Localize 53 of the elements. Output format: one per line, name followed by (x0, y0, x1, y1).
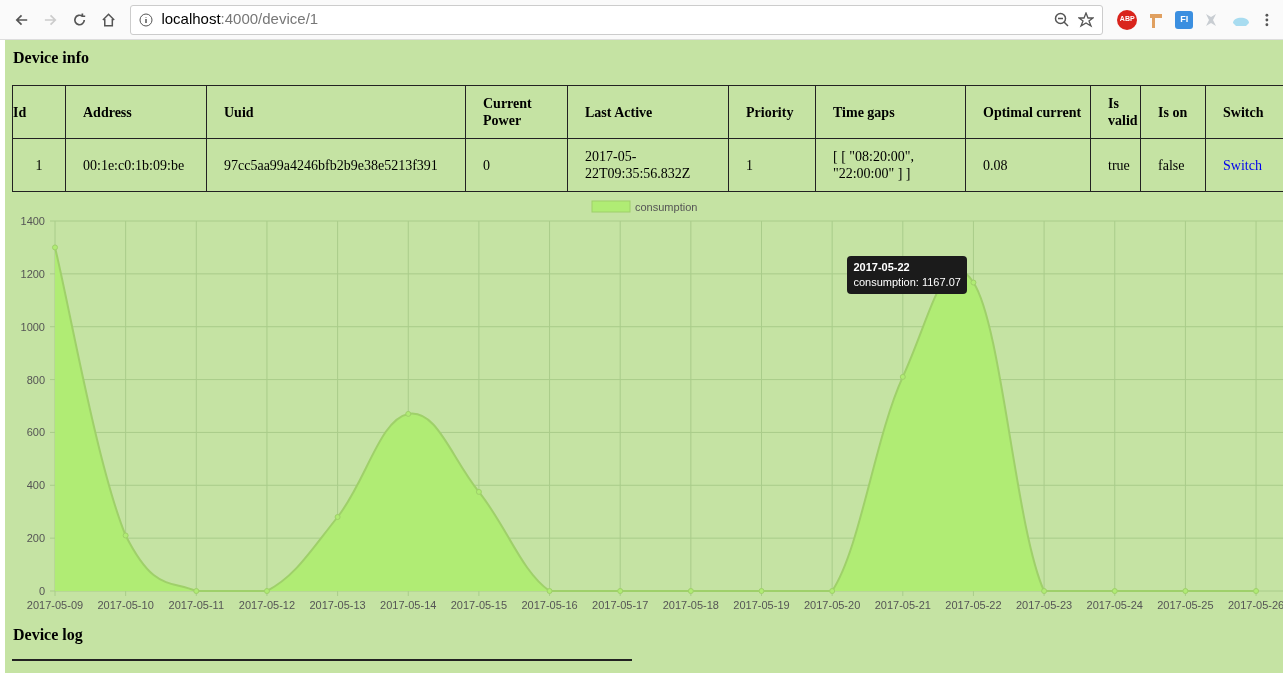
x-axis-label: 2017-05-20 (804, 599, 861, 611)
y-axis-label: 1400 (20, 215, 45, 227)
table-cell: 2017-05-22T09:35:56.832Z (585, 149, 691, 181)
x-axis-label: 2017-05-18 (662, 599, 719, 611)
column-header: Current Power (465, 85, 568, 139)
x-axis-label: 2017-05-26 (1227, 599, 1283, 611)
x-axis-label: 2017-05-21 (874, 599, 931, 611)
x-axis-label: 2017-05-13 (309, 599, 366, 611)
y-axis-label: 0 (38, 585, 45, 597)
table-cell: 00:1e:c0:1b:09:be (83, 157, 185, 173)
y-axis-label: 200 (26, 532, 45, 545)
y-axis-label: 800 (26, 373, 45, 386)
section-heading: Device info (13, 48, 90, 68)
x-axis-label: 2017-05-17 (592, 599, 649, 611)
x-axis-label: 2017-05-19 (733, 599, 790, 611)
table-cell: true (1108, 157, 1130, 173)
column-header: Is on (1140, 85, 1206, 139)
column-header: Last Active (567, 85, 729, 139)
x-axis-label: 2017-05-12 (238, 599, 296, 611)
y-axis-label: 600 (26, 426, 45, 439)
x-axis-label: 2017-05-09 (26, 599, 84, 611)
table-cell: [ [ "08:20:00", "22:00:00" ] ] (833, 149, 915, 181)
y-axis-label: 1000 (20, 320, 45, 333)
tooltip-title: 2017-05-22 (853, 259, 911, 275)
table-cell: 1 (35, 157, 43, 173)
column-header: Optimal current (965, 85, 1091, 139)
x-axis-label: 2017-05-24 (1086, 599, 1143, 611)
table-cell: 0 (483, 157, 490, 173)
x-axis-label: 2017-05-11 (168, 599, 225, 611)
table-cell: 1 (746, 157, 753, 173)
table-cell: 97cc5aa99a4246bfb2b9e38e5213f391 (224, 157, 438, 173)
x-axis-label: 2017-05-16 (521, 599, 578, 611)
column-header: Time gaps (815, 85, 966, 139)
table-cell: 0.08 (983, 157, 1008, 173)
x-axis-label: 2017-05-23 (1015, 599, 1073, 611)
x-axis-label: 2017-05-14 (380, 599, 437, 611)
section-heading: Device log (13, 625, 84, 645)
url-text: localhost:4000/device/1 (161, 9, 319, 30)
column-header: Switch (1205, 85, 1283, 139)
legend-label: consumption (635, 201, 698, 213)
column-header: Uuid (206, 85, 466, 139)
x-axis-label: 2017-05-10 (97, 599, 154, 611)
column-header: Id (12, 85, 66, 139)
table-cell: false (1158, 157, 1185, 173)
y-axis-label: 400 (26, 479, 45, 492)
tooltip-value: consumption: 1167.07 (853, 274, 961, 290)
column-header: Is valid (1090, 85, 1141, 139)
x-axis-label: 2017-05-22 (945, 599, 1002, 611)
x-axis-label: 2017-05-25 (1157, 599, 1214, 611)
column-header: Address (65, 85, 207, 139)
x-axis-label: 2017-05-15 (450, 599, 508, 611)
y-axis-label: 1200 (20, 267, 45, 280)
column-header: Priority (728, 85, 816, 139)
